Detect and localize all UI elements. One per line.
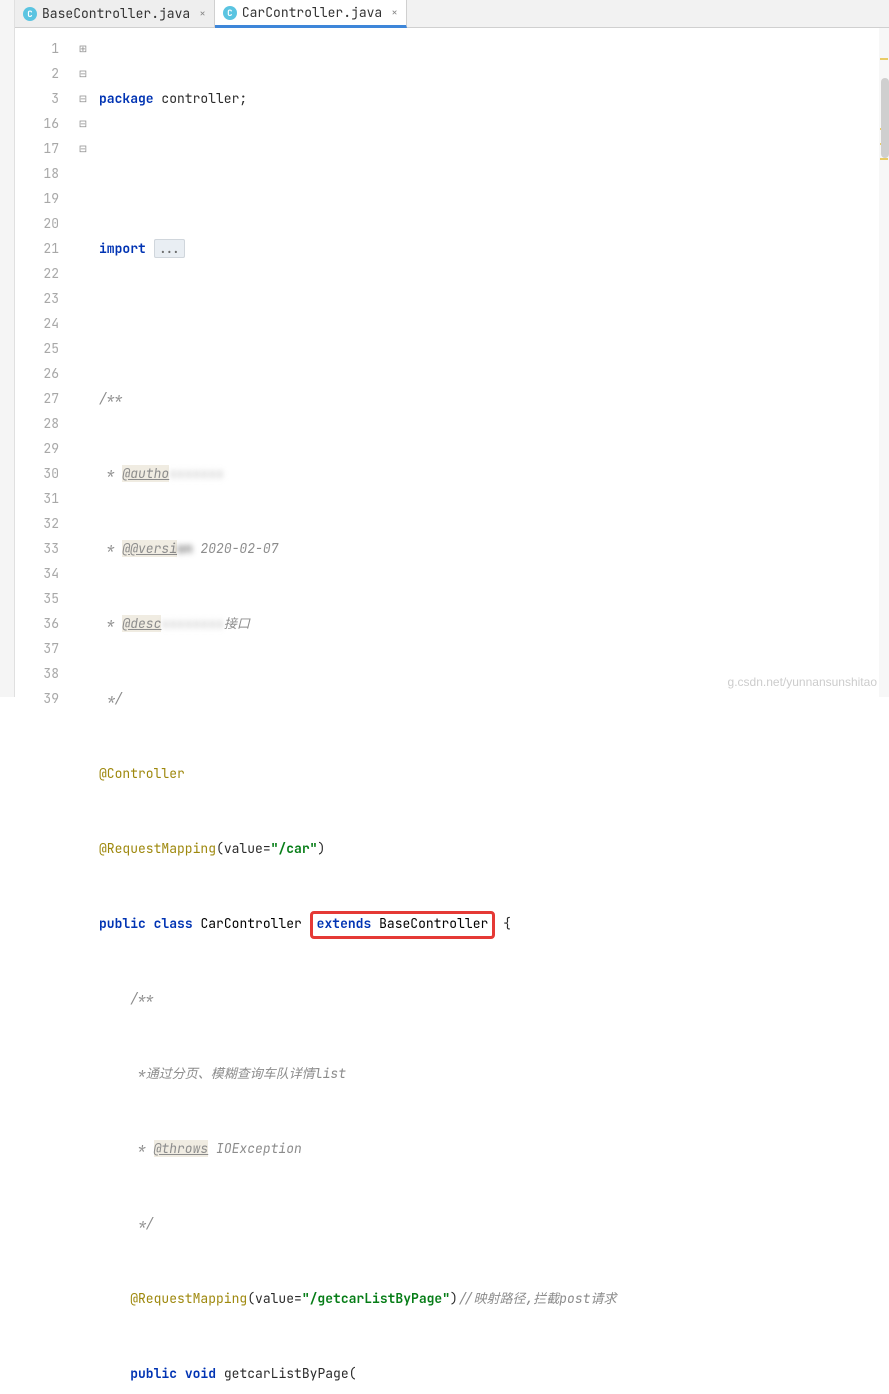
fold-icon[interactable]: ⊞ [77, 36, 89, 61]
highlight-box: extends BaseController [310, 911, 496, 939]
tool-strip [0, 0, 15, 697]
text: { [495, 915, 511, 932]
text: ( [349, 1365, 357, 1382]
comment: */ [130, 1215, 153, 1232]
line-number: 16 [15, 111, 59, 136]
class-name: CarController [200, 915, 301, 932]
java-class-icon: C [23, 7, 37, 21]
folded-code[interactable]: ... [154, 239, 185, 258]
string: "/car" [271, 840, 318, 857]
line-number: 32 [15, 511, 59, 536]
warning-mark-icon[interactable] [880, 58, 888, 60]
comment: * [99, 540, 122, 557]
annotation: @RequestMapping [99, 840, 216, 857]
scrollbar-thumb[interactable] [881, 78, 889, 158]
class-name: BaseController [379, 915, 488, 932]
tab-label: CarController.java [242, 4, 382, 21]
line-number: 21 [15, 236, 59, 261]
close-icon[interactable]: × [199, 7, 206, 21]
line-number: 25 [15, 336, 59, 361]
annotation: @Controller [99, 765, 185, 782]
line-number: 38 [15, 661, 59, 686]
text: ) [317, 840, 325, 857]
doc-tag: @autho [122, 465, 169, 482]
comment: /** [99, 390, 122, 407]
line-number: 18 [15, 161, 59, 186]
tab-carcontroller[interactable]: C CarController.java × [215, 0, 407, 28]
line-number: 30 [15, 461, 59, 486]
watermark-text: g.csdn.net/yunnansunshitao [728, 675, 877, 689]
line-number: 35 [15, 586, 59, 611]
annotation: @RequestMapping [130, 1290, 247, 1307]
text: ) [450, 1290, 458, 1307]
keyword: package [99, 90, 154, 107]
keyword: extends [317, 915, 372, 932]
fold-icon[interactable]: ⊟ [77, 111, 89, 136]
line-number: 23 [15, 286, 59, 311]
text: controller; [154, 90, 248, 107]
fold-icon[interactable]: ⊟ [77, 136, 89, 161]
line-number: 36 [15, 611, 59, 636]
line-number: 3 [15, 86, 59, 111]
code-editor[interactable]: package controller; import ... /** * @au… [89, 28, 616, 697]
comment: *通过分页、模糊查询车队详情list [130, 1065, 346, 1082]
doc-tag: @@versi [122, 540, 177, 557]
redacted-text: xxxxxxxx [161, 615, 223, 632]
comment: 接口 [224, 615, 250, 632]
keyword: class [154, 915, 193, 932]
line-number: 29 [15, 436, 59, 461]
doc-tag: @throws [154, 1140, 209, 1157]
keyword: public [130, 1365, 177, 1382]
line-number: 1 [15, 36, 59, 61]
line-number: 17 [15, 136, 59, 161]
comment: //映射路径,拦截post请求 [458, 1290, 617, 1307]
method-name: getcarListByPage [224, 1365, 349, 1382]
line-number: 20 [15, 211, 59, 236]
line-number: 22 [15, 261, 59, 286]
text: (value= [247, 1290, 302, 1307]
comment: 2020-02-07 [193, 540, 279, 557]
line-number: 24 [15, 311, 59, 336]
fold-icon[interactable]: ⊟ [77, 61, 89, 86]
string: "/getcarListByPage" [302, 1290, 450, 1307]
line-number: 19 [15, 186, 59, 211]
line-number: 28 [15, 411, 59, 436]
line-number: 39 [15, 686, 59, 711]
tab-label: BaseController.java [42, 5, 190, 22]
editor-tabs: C BaseController.java × C CarController.… [15, 0, 889, 28]
line-number: 2 [15, 61, 59, 86]
comment: */ [99, 690, 122, 707]
keyword: import [99, 240, 146, 257]
keyword: void [185, 1365, 216, 1382]
redacted-text: xxxxxxx [169, 465, 224, 482]
comment: /** [130, 990, 153, 1007]
doc-tag: @desc [122, 615, 161, 632]
comment: IOException [208, 1140, 302, 1157]
line-number: 37 [15, 636, 59, 661]
comment: * [130, 1140, 153, 1157]
comment: * [99, 465, 122, 482]
comment: * [99, 615, 122, 632]
fold-icon[interactable]: ⊟ [77, 86, 89, 111]
editor-body: 1 2 3 16 17 18 19 20 21 22 23 24 25 26 2… [15, 28, 889, 697]
line-number: 27 [15, 386, 59, 411]
close-icon[interactable]: × [391, 6, 398, 20]
warning-mark-icon[interactable] [880, 158, 888, 160]
line-number: 26 [15, 361, 59, 386]
line-gutter: 1 2 3 16 17 18 19 20 21 22 23 24 25 26 2… [15, 28, 77, 697]
line-number: 31 [15, 486, 59, 511]
tab-basecontroller[interactable]: C BaseController.java × [15, 0, 215, 27]
text: (value= [216, 840, 271, 857]
keyword: public [99, 915, 146, 932]
redacted-text: on [177, 540, 193, 557]
fold-column: ⊞ ⊟ ⊟ ⊟ ⊟ [77, 28, 89, 697]
line-number: 34 [15, 561, 59, 586]
java-class-icon: C [223, 6, 237, 20]
line-number: 33 [15, 536, 59, 561]
